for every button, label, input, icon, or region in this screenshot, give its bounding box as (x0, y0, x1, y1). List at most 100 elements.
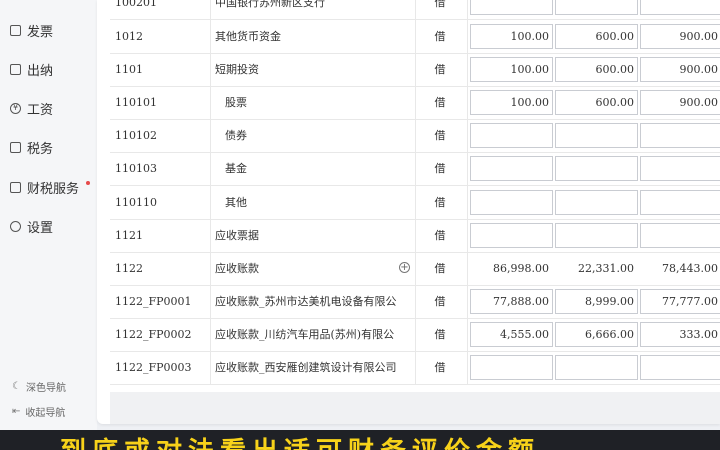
account-code: 1122_FP0002 (115, 328, 192, 341)
amount-input[interactable] (640, 156, 720, 181)
amount-input[interactable]: 100.00 (470, 24, 553, 49)
column-divider (210, 252, 211, 285)
sidebar-item-label: 税务 (27, 141, 54, 157)
collapse-nav-button[interactable]: ⇤ 收起导航 (12, 404, 65, 419)
table-row: 110110 其他 借 (110, 186, 720, 220)
column-divider (467, 219, 468, 252)
amount-input[interactable] (470, 156, 553, 181)
amount-input[interactable]: 600.00 (555, 90, 638, 115)
column-divider (210, 186, 211, 219)
sidebar-item-label: 工资 (27, 102, 54, 118)
table-row: 100201 中国银行苏州新区支行 借 (110, 0, 720, 20)
column-divider (415, 285, 416, 318)
collapse-icon: ⇤ (12, 406, 21, 417)
amount-input[interactable]: 600.00 (555, 24, 638, 49)
table-row: 110101 股票 借 100.00 600.00 900.00 (110, 86, 720, 120)
amount-input[interactable] (555, 156, 638, 181)
amount-input[interactable]: 4,555.00 (470, 322, 553, 347)
column-divider (210, 318, 211, 351)
column-divider (415, 318, 416, 351)
amount-input[interactable]: 900.00 (640, 57, 720, 82)
account-code: 1101 (115, 63, 143, 76)
column-divider (415, 219, 416, 252)
sidebar-item-salary[interactable]: ¥ 工资 (10, 98, 53, 118)
amount-input[interactable] (555, 355, 638, 380)
account-code: 100201 (115, 0, 157, 9)
table-row: 1122 应收账款 借 +86,998.00 22,331.00 78,443.00 (110, 252, 720, 286)
amount-input[interactable]: 100.00 (470, 90, 553, 115)
amount-input[interactable] (640, 0, 720, 15)
column-divider (210, 219, 211, 252)
dark-nav-toggle[interactable]: ☾ 深色导航 (12, 379, 66, 394)
account-code: 1122_FP0001 (115, 295, 192, 308)
column-divider (210, 86, 211, 119)
amount-input[interactable]: 600.00 (555, 57, 638, 82)
amount-input[interactable] (640, 223, 720, 248)
sidebar-item-tax[interactable]: 税务 (10, 137, 53, 157)
column-divider (415, 186, 416, 219)
amount-input[interactable] (470, 355, 553, 380)
column-divider (467, 0, 468, 19)
invoice-icon (10, 24, 21, 36)
sidebar-item-label: 出纳 (27, 63, 54, 79)
balance-direction: 借 (434, 30, 446, 43)
amount-input[interactable] (555, 223, 638, 248)
sidebar-item-finance-service[interactable]: 财税服务 (10, 177, 79, 197)
column-divider (415, 252, 416, 285)
column-divider (467, 86, 468, 119)
table-row: 1121 应收票据 借 (110, 219, 720, 253)
amount-input[interactable]: 333.00 (640, 322, 720, 347)
account-name: 中国银行苏州新区支行 (215, 0, 325, 9)
amount-value: 86,998.00 (493, 262, 549, 275)
sidebar-item-settings[interactable]: 设置 (10, 216, 53, 236)
account-code: 110103 (115, 162, 157, 175)
account-code: 110110 (115, 196, 157, 209)
amount-input[interactable] (470, 190, 553, 215)
amount-input[interactable]: 100.00 (470, 57, 553, 82)
column-divider (467, 285, 468, 318)
amount-input[interactable] (555, 123, 638, 148)
amount-input[interactable]: 8,999.00 (555, 289, 638, 314)
column-divider (415, 0, 416, 19)
account-name: 应收账款 (215, 262, 259, 275)
account-name: 应收账款_西安雁创建筑设计有限公司 (215, 361, 397, 374)
column-divider (210, 20, 211, 53)
amount-input[interactable]: 900.00 (640, 24, 720, 49)
amount-value: 78,443.00 (662, 262, 718, 275)
amount-value: 22,331.00 (578, 262, 634, 275)
column-divider (467, 53, 468, 86)
amount-input[interactable] (470, 123, 553, 148)
video-subtitle-bar: 到底或对法看出适可财务评价金额 (0, 430, 720, 450)
column-divider (210, 285, 211, 318)
amount-input[interactable] (640, 123, 720, 148)
amount-input[interactable] (640, 355, 720, 380)
balance-direction: 借 (434, 96, 446, 109)
sidebar-item-cashier[interactable]: 出纳 (10, 59, 53, 79)
column-divider (210, 119, 211, 152)
amount-input[interactable] (470, 223, 553, 248)
amount-input[interactable]: 6,666.00 (555, 322, 638, 347)
amount-input[interactable]: 900.00 (640, 90, 720, 115)
account-name: 应收账款_川纺汽车用品(苏州)有限公 (215, 328, 395, 341)
balance-direction: 借 (434, 129, 446, 142)
column-divider (210, 152, 211, 185)
yen-icon: ¥ (10, 102, 21, 114)
amount-input[interactable] (555, 190, 638, 215)
amount-input[interactable] (470, 0, 553, 15)
sidebar-item-invoice[interactable]: 发票 (10, 20, 53, 40)
add-subaccount-icon[interactable]: + (399, 262, 410, 273)
sidebar-item-label: 发票 (27, 24, 54, 40)
account-name: 股票 (225, 96, 247, 109)
amount-input[interactable]: 77,777.00 (640, 289, 720, 314)
gear-icon (10, 220, 21, 232)
amount-input[interactable] (555, 0, 638, 15)
column-divider (415, 351, 416, 384)
column-divider (415, 20, 416, 53)
balance-direction: 借 (434, 262, 446, 275)
table-row: 1122_FP0003 应收账款_西安雁创建筑设计有限公司 借 (110, 351, 720, 385)
amount-input[interactable] (640, 190, 720, 215)
amount-input[interactable]: 77,888.00 (470, 289, 553, 314)
collapse-nav-label: 收起导航 (25, 408, 66, 419)
column-divider (467, 318, 468, 351)
account-code: 110101 (115, 96, 157, 109)
